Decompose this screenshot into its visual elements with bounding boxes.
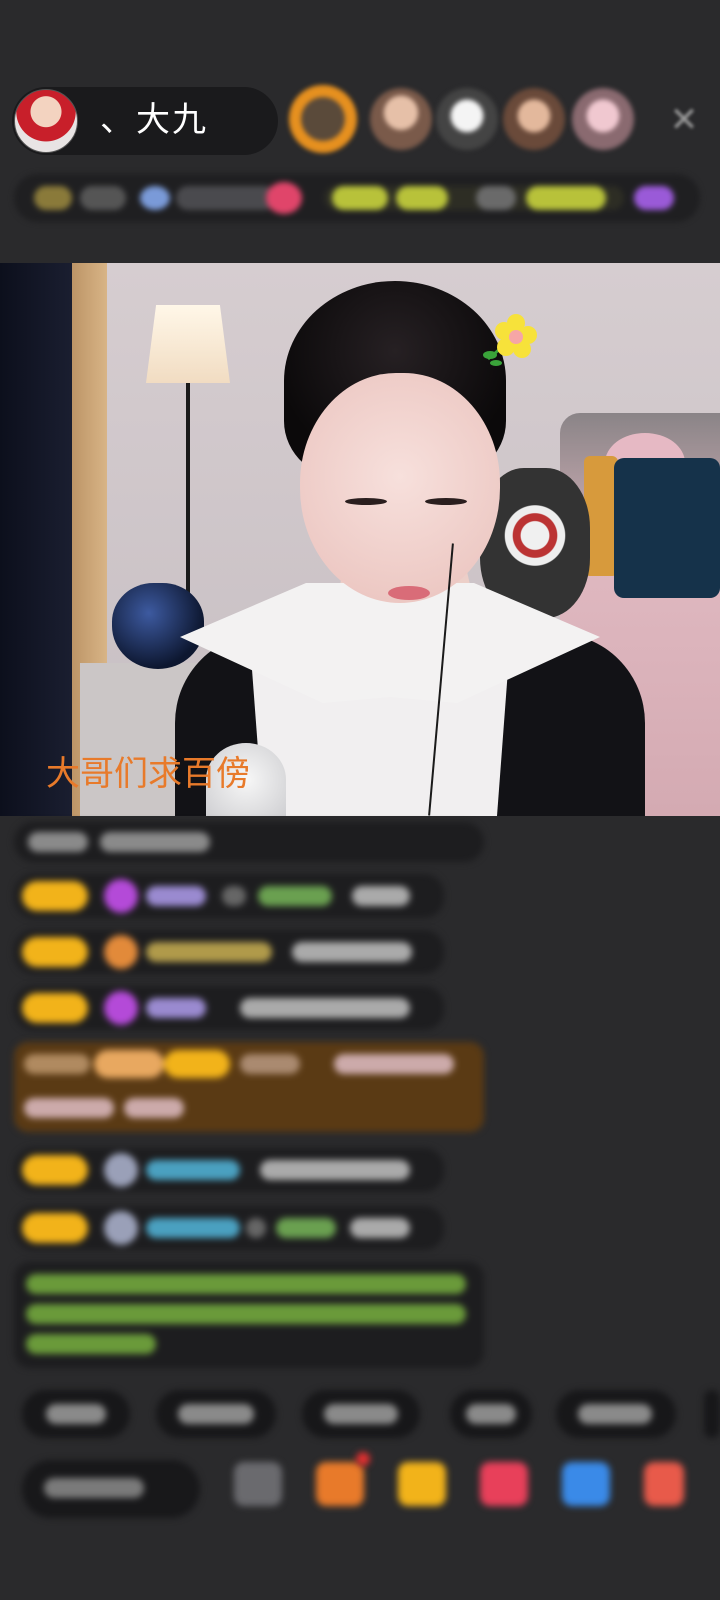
chat-message[interactable]	[14, 930, 444, 974]
chat-message[interactable]	[14, 822, 484, 862]
stream-overlay-text: 大哥们求百傍	[46, 754, 250, 794]
quick-reply-button[interactable]	[450, 1390, 532, 1438]
streamer-face	[300, 373, 500, 603]
streamer-eye	[425, 498, 467, 505]
video-curtain	[0, 263, 72, 816]
streamer-eye	[345, 498, 387, 505]
host-name[interactable]: 、大九	[100, 100, 208, 140]
lamp-pole	[186, 383, 190, 603]
chat-message[interactable]	[14, 1148, 444, 1192]
chat-message-highlight[interactable]	[14, 1042, 484, 1132]
viewer-avatar[interactable]	[289, 85, 357, 153]
live-video[interactable]	[0, 263, 720, 816]
quick-reply-button[interactable]	[156, 1390, 276, 1438]
stats-row[interactable]	[14, 174, 700, 222]
notification-dot	[356, 1452, 370, 1466]
chat-input[interactable]	[22, 1460, 200, 1518]
quick-reply-button[interactable]	[556, 1390, 676, 1438]
game-icon[interactable]	[562, 1462, 610, 1506]
flower-sticker-icon	[483, 314, 537, 366]
quick-reply-button[interactable]	[22, 1390, 130, 1438]
heart-balloon	[112, 583, 204, 669]
quick-reply-button[interactable]	[302, 1390, 420, 1438]
viewer-avatar[interactable]	[370, 88, 432, 150]
pillow	[614, 458, 720, 598]
quick-reply-button[interactable]	[704, 1390, 720, 1438]
emoji-icon[interactable]	[234, 1462, 282, 1506]
viewer-avatar[interactable]	[436, 88, 498, 150]
streamer-mouth	[388, 586, 430, 600]
viewer-avatar[interactable]	[503, 88, 565, 150]
host-avatar[interactable]	[14, 89, 78, 153]
gift-box-icon[interactable]	[316, 1462, 364, 1506]
lamp-shade	[146, 305, 230, 383]
chat-system-message	[14, 1262, 484, 1368]
chat-message[interactable]	[14, 1206, 444, 1250]
chat-message[interactable]	[14, 874, 444, 918]
heart-gift-icon[interactable]	[480, 1462, 528, 1506]
red-packet-icon[interactable]	[398, 1462, 446, 1506]
more-icon[interactable]	[644, 1462, 684, 1506]
close-icon[interactable]: ✕	[664, 100, 704, 140]
chat-message[interactable]	[14, 986, 444, 1030]
viewer-avatar[interactable]	[572, 88, 634, 150]
